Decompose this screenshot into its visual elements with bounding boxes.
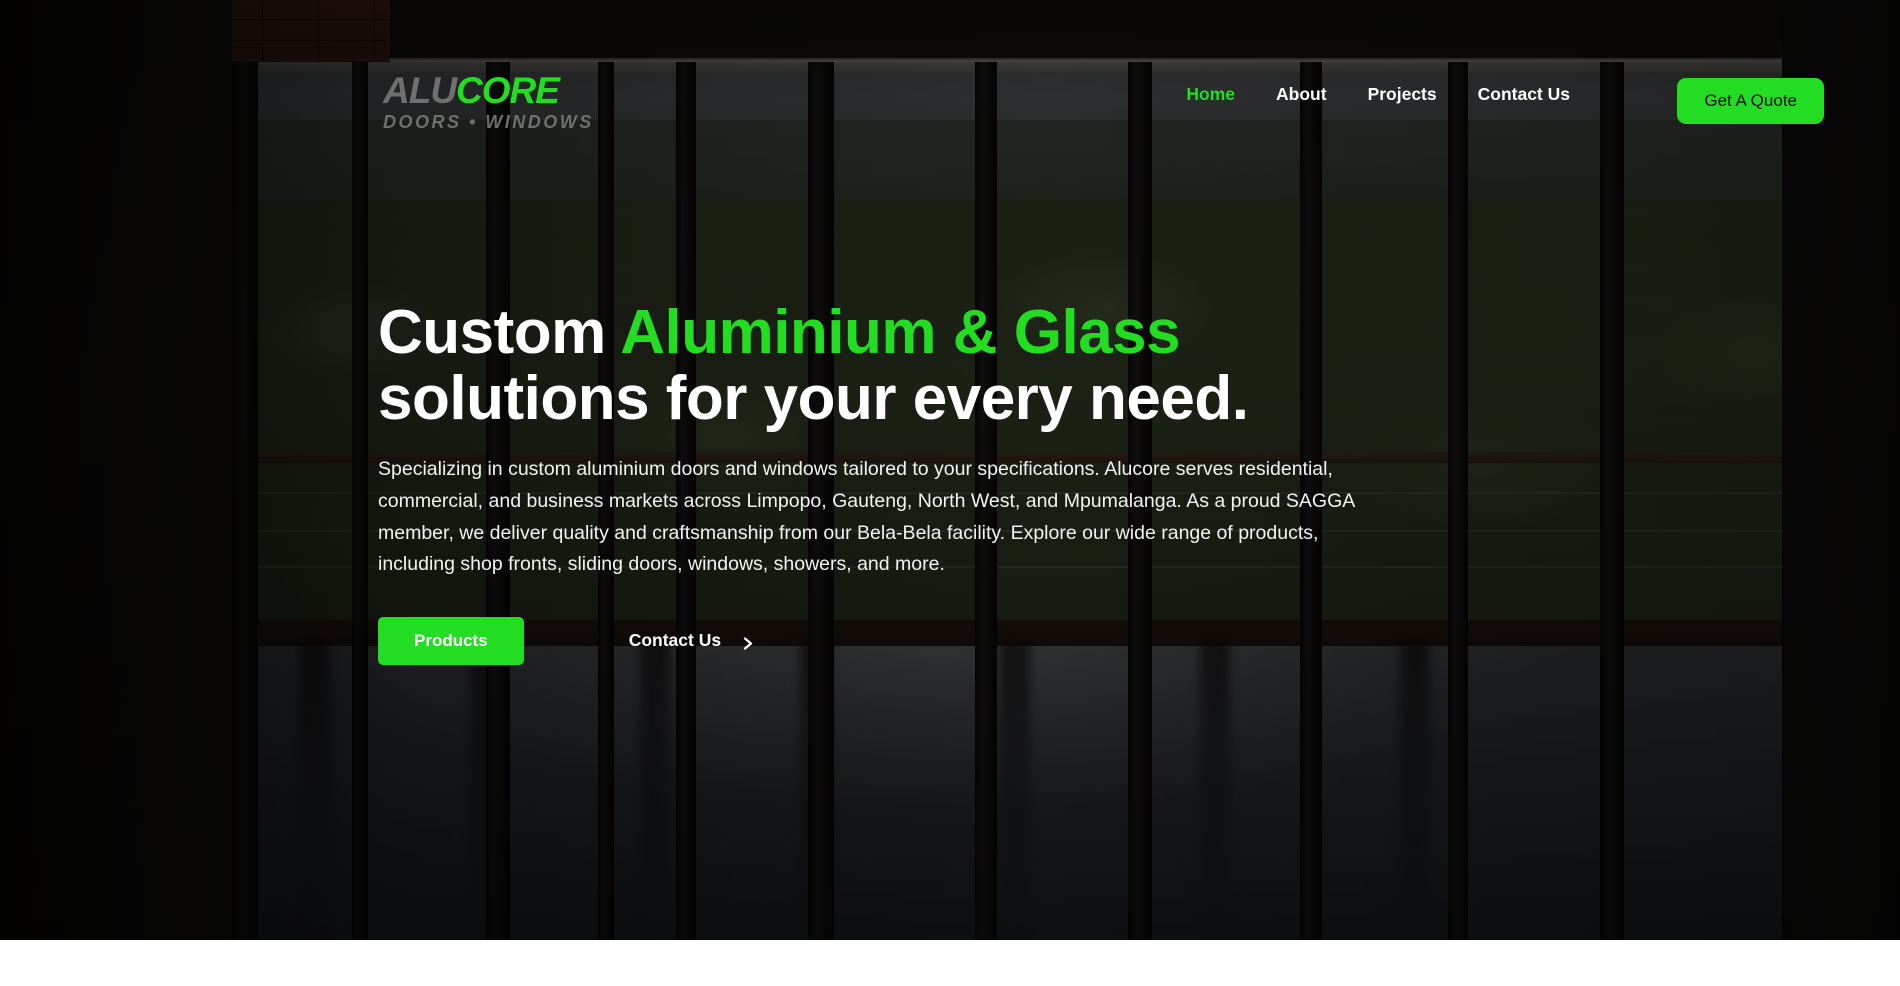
hero-cta-row: Products Contact Us [378, 616, 1398, 665]
logo-text-alu: ALU [383, 70, 457, 111]
page-body-below-hero [0, 940, 1900, 986]
hero-paragraph: Specializing in custom aluminium doors a… [378, 458, 1355, 576]
get-a-quote-button[interactable]: Get A Quote [1677, 78, 1824, 124]
headline-accent-text: Aluminium & Glass [620, 298, 1181, 367]
brand-logo[interactable]: ALUCORE DOORS • WINDOWS [383, 72, 598, 133]
nav-item-contact-us[interactable]: Contact Us [1478, 84, 1570, 105]
main-navigation: ALUCORE DOORS • WINDOWS Home About Proje… [0, 0, 1900, 150]
hero-content: Custom Aluminium & Glass solutions for y… [378, 300, 1398, 665]
contact-us-link-label: Contact Us [628, 630, 722, 651]
logo-wordmark: ALUCORE [383, 72, 598, 109]
headline-line-two: solutions for your every need. [378, 363, 1249, 433]
nav-item-projects[interactable]: Projects [1368, 84, 1437, 105]
nav-links: Home About Projects Contact Us [1186, 84, 1570, 105]
hero-section: ALUCORE DOORS • WINDOWS Home About Proje… [0, 0, 1900, 940]
chevron-right-icon [742, 634, 755, 650]
logo-text-core: CORE [456, 70, 560, 111]
nav-item-about[interactable]: About [1276, 84, 1327, 105]
products-button[interactable]: Products [378, 616, 524, 665]
hero-headline: Custom Aluminium & Glass solutions for y… [378, 300, 1398, 431]
nav-item-home[interactable]: Home [1186, 84, 1235, 105]
contact-us-link[interactable]: Contact Us [629, 630, 755, 651]
logo-tagline: DOORS • WINDOWS [383, 112, 594, 132]
headline-plain-text: Custom [378, 298, 621, 367]
